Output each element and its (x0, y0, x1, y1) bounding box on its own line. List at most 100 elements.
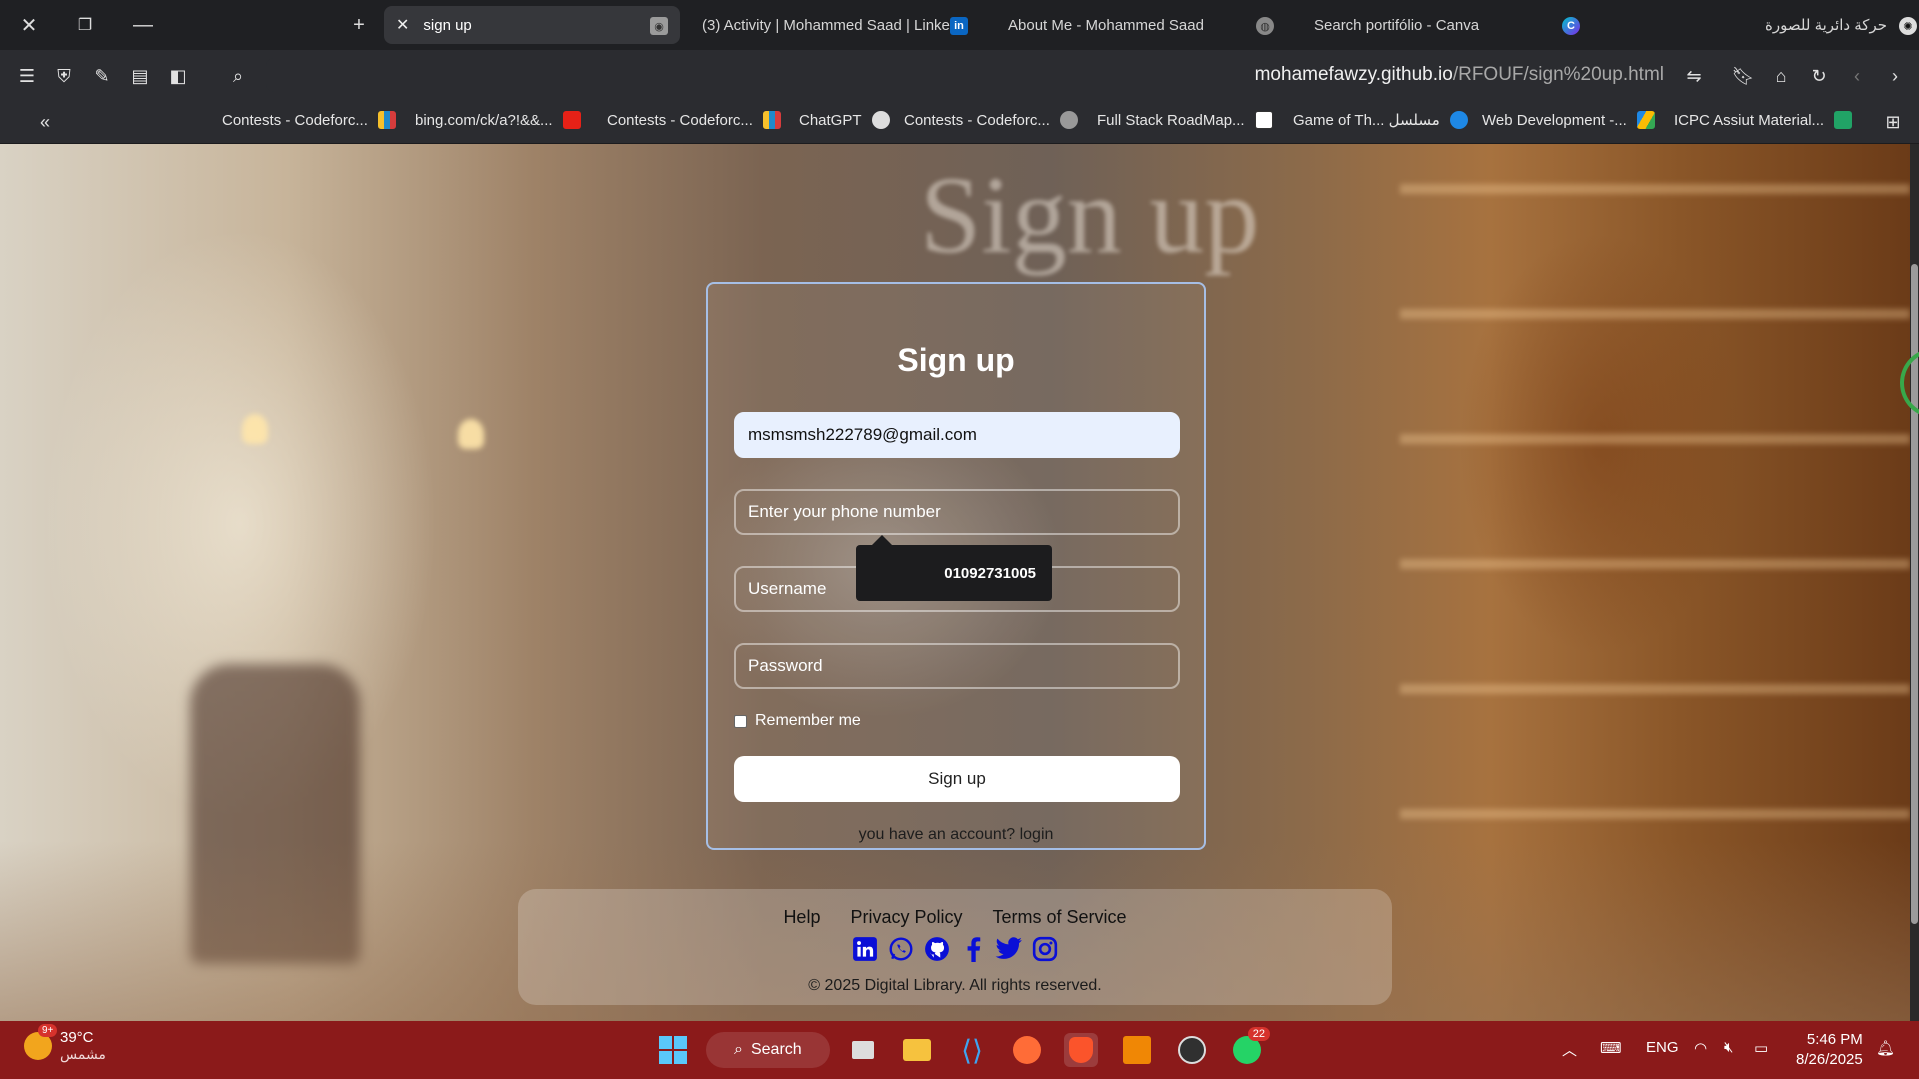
bookmark-label: Contests - Codeforc... (904, 111, 1050, 129)
draw-io-icon[interactable] (1120, 1033, 1154, 1067)
shield-icon[interactable]: ⛨ (51, 63, 77, 89)
brave-browser-icon[interactable] (1064, 1033, 1098, 1067)
show-hidden-icons[interactable]: ︿ (1562, 1039, 1577, 1060)
weather-widget[interactable]: 9+ 39°C مشمس (24, 1024, 106, 1063)
tab-label: حركة دائرية للصورة (1765, 17, 1887, 34)
wifi-icon[interactable]: ◠ (1694, 1039, 1707, 1057)
login-link[interactable]: you have an account? login (708, 826, 1204, 844)
bookmark-label: ICPC Assiut Material... (1674, 111, 1825, 129)
restore-window-icon[interactable]: ❐ (72, 12, 98, 38)
tab-canva[interactable]: Search portifólio - Canva C (1302, 6, 1592, 44)
bookmark-label: Contests - Codeforc... (607, 111, 753, 129)
minimize-window-icon[interactable]: — (130, 12, 156, 38)
remember-label: Remember me (755, 712, 861, 729)
notion-icon (1254, 111, 1273, 129)
facebook-icon[interactable] (959, 935, 987, 963)
tab-linkedin[interactable]: (3) Activity | Mohammed Saad | Linke in (690, 6, 980, 44)
vscode-icon[interactable]: ⟨⟩ (955, 1033, 989, 1067)
volume-muted-icon[interactable]: 🔇︎ (1724, 1039, 1733, 1056)
terms-link[interactable]: Terms of Service (993, 907, 1127, 928)
close-tab-icon[interactable]: ✕ (396, 15, 409, 35)
page-scrollbar[interactable] (1910, 144, 1919, 1021)
bookmark-item[interactable]: ChatGPT (799, 111, 890, 129)
bookmarks-bar: « Contests - Codeforc... bing.com/ck/a?!… (0, 100, 1919, 144)
tab-about-me[interactable]: About Me - Mohammed Saad ◍ (996, 6, 1286, 44)
phone-field[interactable]: Enter your phone number (734, 489, 1180, 535)
tab-label: sign up (423, 16, 472, 34)
clock-date: 8/26/2025 (1796, 1051, 1863, 1068)
background-shelf (1400, 434, 1910, 444)
linkedin-icon[interactable] (851, 935, 879, 963)
weather-badge: 9+ (38, 1024, 58, 1037)
twitter-icon[interactable] (995, 935, 1023, 963)
whatsapp-badge: 22 (1247, 1027, 1270, 1041)
tab-label: About Me - Mohammed Saad (1008, 16, 1204, 34)
background-shelf (1400, 184, 1910, 194)
canva-icon: C (1562, 17, 1580, 35)
stream-icon (1449, 111, 1468, 129)
taskbar-search-label: Search (750, 1041, 802, 1058)
tab-label: Search portifólio - Canva (1314, 16, 1480, 34)
instagram-icon[interactable] (1031, 935, 1059, 963)
clock-time: 5:46 PM (1806, 1031, 1863, 1048)
bookmark-icon[interactable]: 🔖︎ (1730, 63, 1756, 89)
autofill-suggestion[interactable]: 01092731005 (856, 535, 1052, 601)
collapse-sidebar-icon[interactable]: « (32, 109, 58, 135)
windows-start-icon[interactable] (656, 1033, 690, 1067)
remember-checkbox[interactable] (734, 714, 747, 728)
bookmark-item[interactable]: bing.com/ck/a?!&&... (415, 111, 581, 129)
chatgpt-icon (871, 111, 890, 129)
signup-button[interactable]: Sign up (734, 756, 1180, 802)
home-icon[interactable]: ⌂ (1768, 63, 1794, 89)
bookmark-label: Web Development -... (1482, 111, 1627, 129)
tab-strip: ✕ ❐ — + ✕ sign up ◉ (3) Activity | Moham… (0, 0, 1919, 50)
whatsapp-icon[interactable]: 22 (1230, 1027, 1270, 1067)
task-view-icon[interactable] (846, 1033, 880, 1067)
globe-icon (1059, 111, 1078, 129)
remember-me[interactable]: Remember me (734, 712, 861, 730)
whatsapp-icon[interactable] (887, 935, 915, 963)
url-path: /RFOUF/sign%20up.html (1452, 64, 1664, 85)
bookmark-item[interactable]: Full Stack RoadMap... (1097, 111, 1273, 129)
menu-icon[interactable]: ☰ (14, 63, 40, 89)
privacy-policy-link[interactable]: Privacy Policy (850, 907, 962, 928)
apps-grid-icon[interactable]: ⊞ (1880, 109, 1906, 135)
globe-icon: ◍ (1256, 17, 1274, 35)
bookmark-item[interactable]: Game of Th... مسلسل (1293, 111, 1468, 129)
forward-icon[interactable]: › (1882, 63, 1908, 89)
github-icon[interactable] (923, 935, 951, 963)
pin-icon[interactable]: ✎ (89, 63, 115, 89)
bookmark-item[interactable]: Contests - Codeforc... (607, 111, 781, 129)
sidebar-icon[interactable]: ◧ (165, 63, 191, 89)
new-tab-icon[interactable]: + (346, 12, 372, 38)
clock[interactable]: 5:46 PM 8/26/2025 (1796, 1030, 1863, 1070)
reader-icon[interactable]: ▤ (127, 63, 153, 89)
screenshot-icon[interactable]: ⌕ (225, 63, 251, 89)
taskbar-search[interactable]: ⌕ Search (706, 1032, 830, 1068)
url-text[interactable]: mohamefawzy.github.io/RFOUF/sign%20up.ht… (1255, 64, 1664, 86)
tab-audio-icon[interactable]: ◉ (650, 17, 668, 35)
close-window-icon[interactable]: ✕ (16, 12, 42, 38)
back-icon[interactable]: ‹ (1844, 63, 1870, 89)
keyboard-icon[interactable]: ⌨ (1600, 1039, 1622, 1057)
tab-arabic[interactable]: حركة دائرية للصورة ✺ (1740, 6, 1919, 44)
obs-icon[interactable] (1175, 1033, 1209, 1067)
help-link[interactable]: Help (783, 907, 820, 928)
battery-icon[interactable]: ▭ (1754, 1039, 1768, 1057)
file-explorer-icon[interactable] (900, 1033, 934, 1067)
email-field[interactable]: msmsmsh222789@gmail.com (734, 412, 1180, 458)
language-indicator[interactable]: ENG (1646, 1039, 1679, 1056)
reload-icon[interactable]: ↻ (1806, 63, 1832, 89)
notification-bell-icon[interactable]: 🔔︎ (1876, 1039, 1895, 1057)
bookmark-item[interactable]: ICPC Assiut Material... (1674, 111, 1853, 129)
site-settings-icon[interactable]: ⇋ (1681, 63, 1707, 89)
background-lamp (458, 419, 484, 449)
password-field[interactable]: Password (734, 643, 1180, 689)
bookmark-item[interactable]: Contests - Codeforc... (904, 111, 1078, 129)
bookmark-label: Contests - Codeforc... (222, 111, 368, 129)
background-shelf (1400, 809, 1910, 819)
postman-icon[interactable] (1010, 1033, 1044, 1067)
bookmark-item[interactable]: Contests - Codeforc... (222, 111, 396, 129)
tab-sign-up[interactable]: ✕ sign up ◉ (384, 6, 680, 44)
bookmark-item[interactable]: Web Development -... (1482, 111, 1655, 129)
